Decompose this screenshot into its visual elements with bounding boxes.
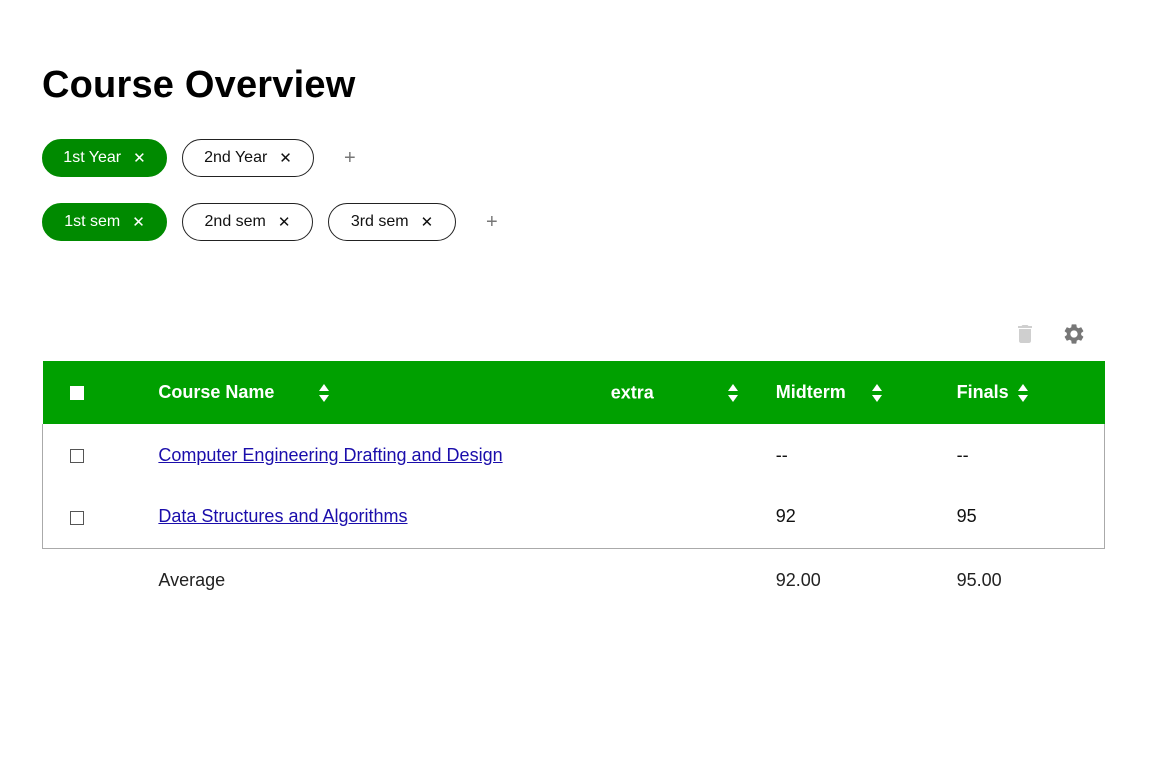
chip-label: 2nd sem <box>204 213 266 230</box>
header-midterm[interactable]: Midterm <box>749 361 930 424</box>
sort-icon[interactable] <box>318 383 330 403</box>
header-course-name[interactable]: Course Name <box>158 361 603 424</box>
sort-icon[interactable] <box>727 383 739 403</box>
row-checkbox[interactable] <box>70 448 84 463</box>
course-link[interactable]: Computer Engineering Drafting and Design <box>158 445 502 465</box>
close-icon[interactable]: ✕ <box>278 215 291 230</box>
add-semester-icon[interactable]: + <box>486 212 498 232</box>
average-midterm: 92.00 <box>775 569 821 590</box>
chip-1st-sem[interactable]: 1st sem ✕ <box>42 203 167 241</box>
chip-label: 2nd Year <box>204 149 268 166</box>
chip-2nd-sem[interactable]: 2nd sem ✕ <box>182 203 313 241</box>
close-icon[interactable]: ✕ <box>279 151 292 166</box>
add-year-icon[interactable]: + <box>344 148 356 168</box>
finals-cell: -- <box>929 424 1105 486</box>
average-label: Average <box>158 569 226 590</box>
header-extra[interactable]: extra <box>603 361 749 424</box>
chip-3rd-sem[interactable]: 3rd sem ✕ <box>328 203 456 241</box>
chip-label: 1st Year <box>63 149 122 166</box>
average-row: Average 92.00 95.00 <box>43 548 1105 612</box>
row-checkbox[interactable] <box>70 510 84 525</box>
table-row: Computer Engineering Drafting and Design… <box>42 424 1105 486</box>
header-finals[interactable]: Finals <box>930 361 1105 424</box>
gear-icon[interactable] <box>1062 322 1086 346</box>
page-title: Course Overview <box>42 64 356 106</box>
finals-cell: 95 <box>929 486 1105 549</box>
average-finals: 95.00 <box>956 569 1002 590</box>
close-icon[interactable]: ✕ <box>133 151 146 166</box>
chip-label: 1st sem <box>64 213 121 230</box>
chip-label: 3rd sem <box>350 213 409 230</box>
course-link[interactable]: Data Structures and Algorithms <box>158 506 407 526</box>
chip-2nd-year[interactable]: 2nd Year ✕ <box>182 139 314 177</box>
midterm-cell: 92 <box>748 486 930 549</box>
select-all-cell <box>43 361 159 424</box>
close-icon[interactable]: ✕ <box>421 215 434 230</box>
sort-icon[interactable] <box>871 383 883 403</box>
select-all-checkbox[interactable] <box>69 386 84 401</box>
table-header-row: Course Name extra Midterm Finals <box>42 361 1105 424</box>
table-row: Data Structures and Algorithms 92 95 <box>42 486 1105 549</box>
close-icon[interactable]: ✕ <box>132 215 145 230</box>
trash-icon[interactable] <box>1013 322 1037 346</box>
semester-filter-chips: 1st sem ✕ 2nd sem ✕ 3rd sem ✕ + <box>42 203 498 241</box>
extra-cell <box>602 486 749 549</box>
sort-icon[interactable] <box>1017 383 1029 403</box>
course-table: Course Name extra Midterm Finals Compute… <box>42 361 1105 612</box>
extra-cell <box>603 424 749 486</box>
chip-1st-year[interactable]: 1st Year ✕ <box>42 139 167 177</box>
midterm-cell: -- <box>775 444 788 465</box>
year-filter-chips: 1st Year ✕ 2nd Year ✕ + <box>42 139 356 177</box>
